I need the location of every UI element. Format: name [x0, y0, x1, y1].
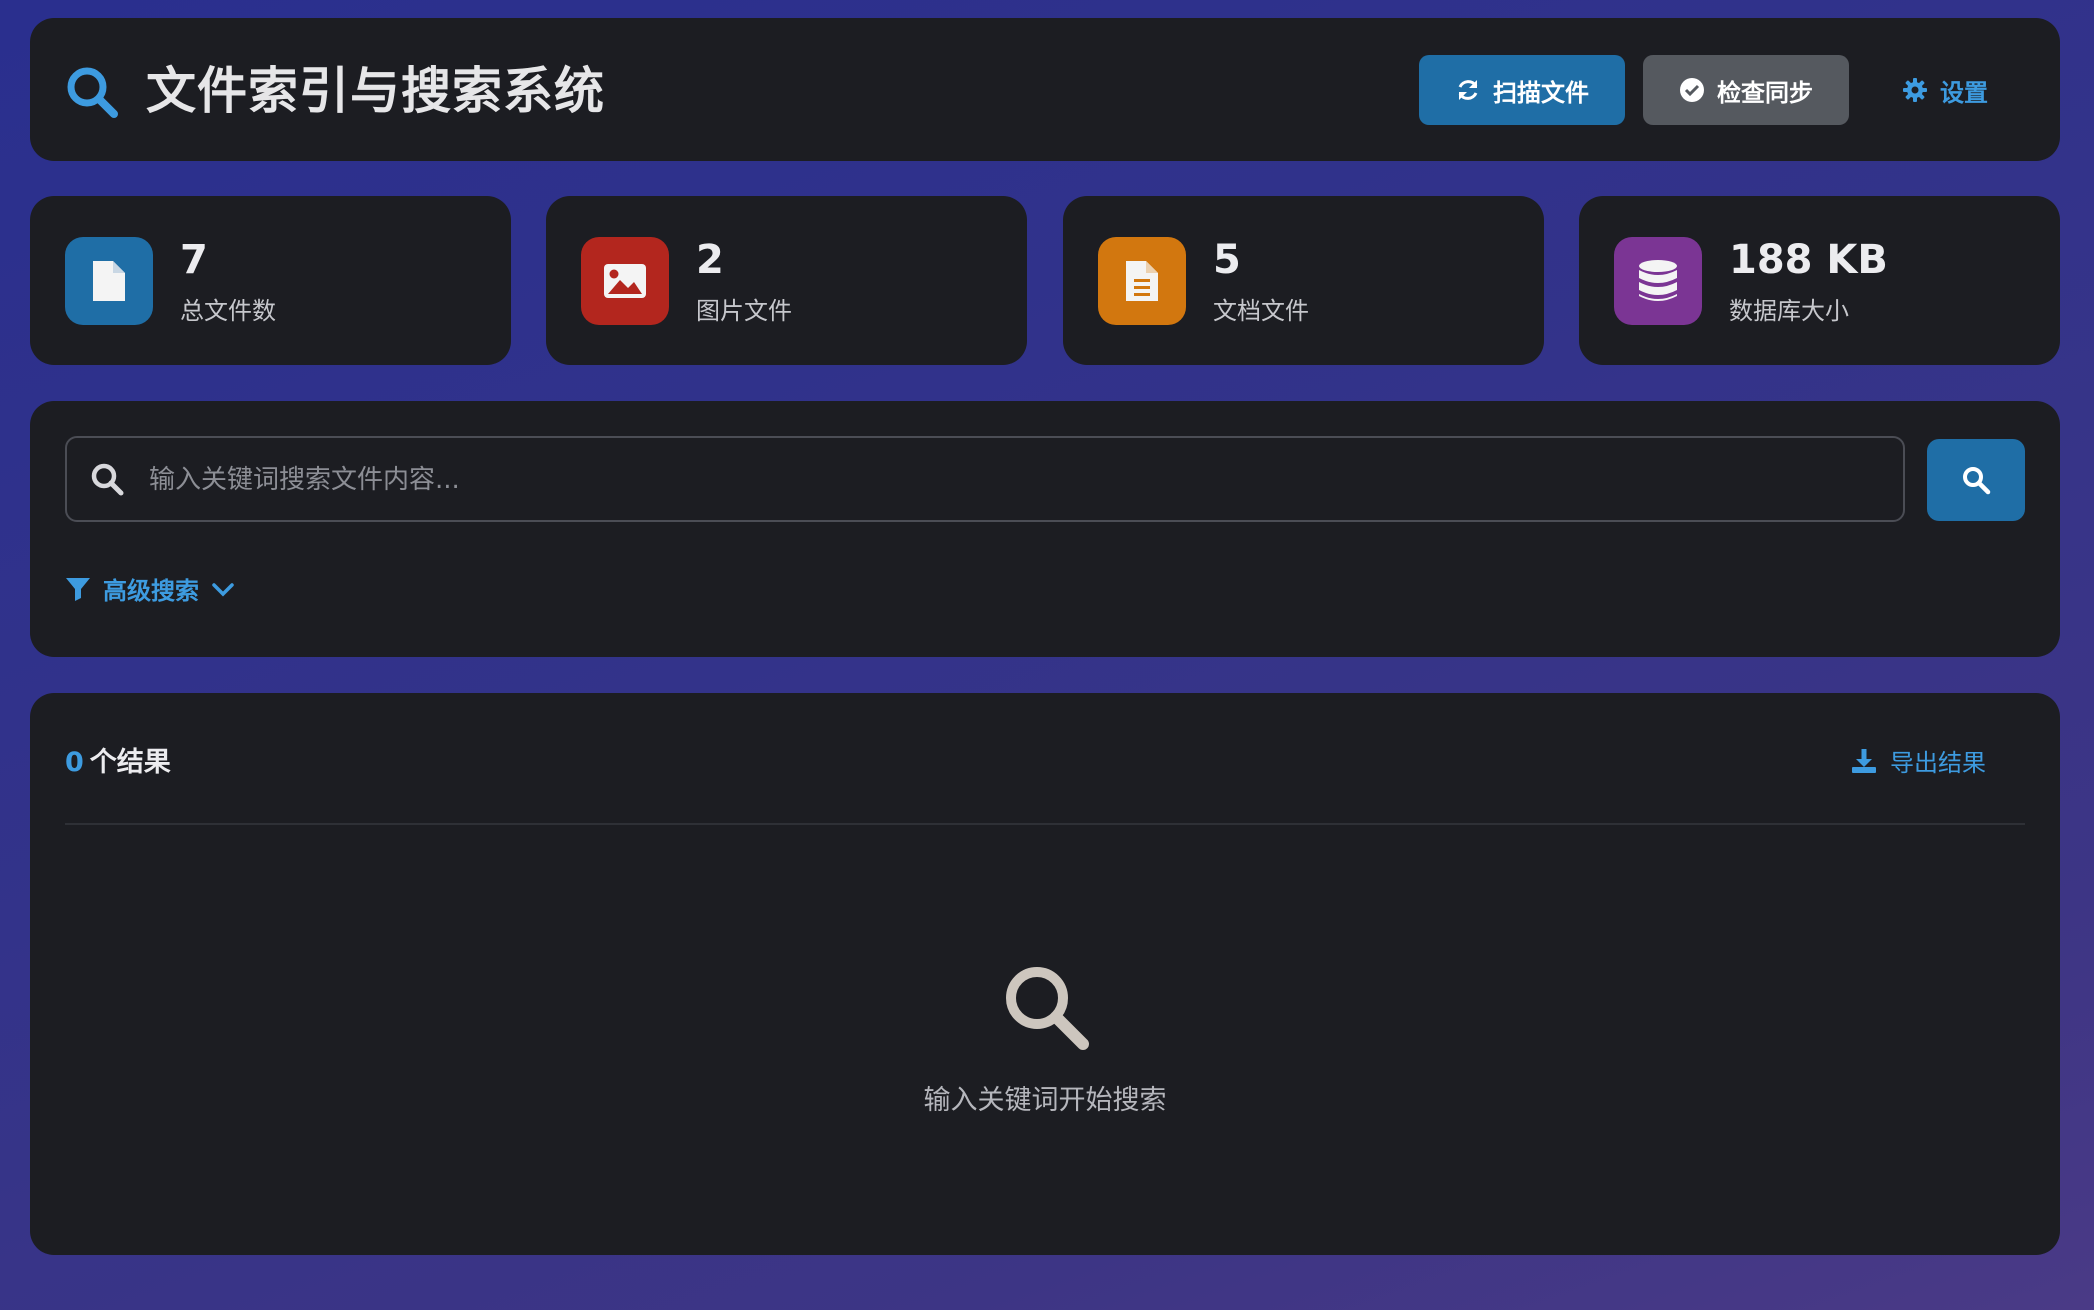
stat-card-documents: 5 文档文件 [1063, 196, 1544, 365]
stat-label: 图片文件 [696, 297, 792, 325]
export-results-button[interactable]: 导出结果 [1850, 743, 1986, 778]
settings-button[interactable]: 设置 [1890, 55, 2000, 125]
stat-label: 总文件数 [180, 297, 276, 325]
stat-value: 7 [180, 237, 208, 283]
file-icon [65, 237, 153, 325]
search-panel: 高级搜索 [30, 401, 2060, 657]
search-input[interactable] [147, 438, 1891, 522]
stat-value: 5 [1213, 237, 1241, 283]
stat-card-images: 2 图片文件 [546, 196, 1027, 365]
empty-state-text: 输入关键词开始搜索 [923, 1085, 1167, 1116]
advanced-search-label: 高级搜索 [103, 577, 199, 605]
header-bar: 文件索引与搜索系统 扫描文件 检查同步 设置 [30, 18, 2060, 161]
image-icon [581, 237, 669, 325]
stat-label: 数据库大小 [1729, 297, 1849, 325]
database-icon [1614, 237, 1702, 325]
stat-card-total-files: 7 总文件数 [30, 196, 511, 365]
search-icon [89, 461, 125, 501]
export-results-label: 导出结果 [1890, 749, 1986, 777]
search-icon [1963, 467, 1991, 495]
scan-files-label: 扫描文件 [1493, 78, 1589, 107]
settings-label: 设置 [1940, 78, 1988, 107]
search-box [65, 436, 1905, 522]
page-title: 文件索引与搜索系统 [146, 62, 605, 120]
search-icon [64, 64, 120, 120]
gear-icon [1903, 78, 1927, 102]
refresh-icon [1458, 80, 1478, 100]
results-count-suffix: 个结果 [89, 747, 171, 778]
results-panel: 0 个结果 导出结果 输入关键词开始搜索 [30, 693, 2060, 1255]
stat-value: 188 KB [1729, 237, 1888, 283]
chevron-down-icon [212, 582, 234, 596]
document-icon [1098, 237, 1186, 325]
scan-files-button[interactable]: 扫描文件 [1419, 55, 1625, 125]
results-count: 0 个结果 [65, 745, 171, 780]
results-count-number: 0 [65, 747, 84, 778]
check-circle-icon [1680, 78, 1704, 102]
stat-card-database-size: 188 KB 数据库大小 [1579, 196, 2060, 365]
stat-label: 文档文件 [1213, 297, 1309, 325]
filter-icon [66, 577, 90, 601]
divider [65, 823, 2025, 825]
search-button[interactable] [1927, 439, 2025, 521]
advanced-search-toggle[interactable]: 高级搜索 [65, 571, 235, 606]
download-icon [1852, 748, 1876, 773]
search-icon [1000, 961, 1090, 1055]
check-sync-label: 检查同步 [1717, 78, 1813, 107]
stat-value: 2 [696, 237, 724, 283]
check-sync-button[interactable]: 检查同步 [1643, 55, 1849, 125]
